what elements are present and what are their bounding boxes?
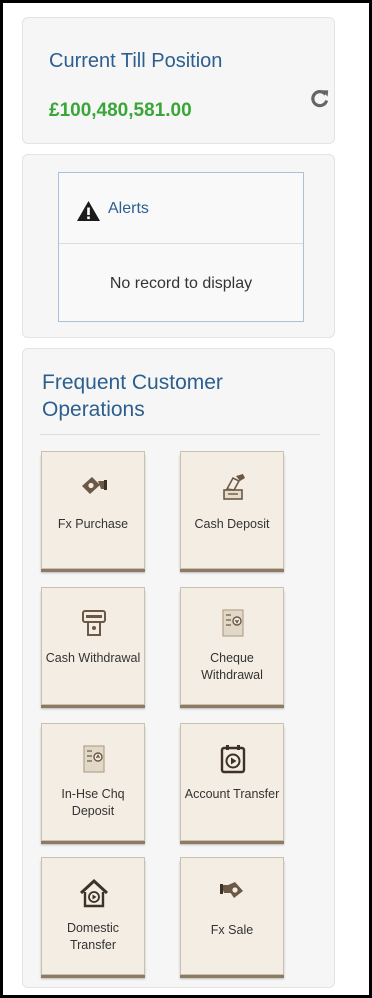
till-title: Current Till Position — [49, 50, 223, 72]
fx-sale-tile[interactable]: Fx Sale — [180, 857, 284, 975]
tile-label: Fx Purchase — [57, 517, 129, 531]
alerts-title[interactable]: Alerts — [108, 200, 149, 218]
cash-deposit-tile[interactable]: Cash Deposit — [180, 451, 284, 569]
account-transfer-icon — [220, 745, 246, 774]
fx-purchase-tile[interactable]: Fx Purchase — [41, 451, 145, 569]
inhouse-cheque-deposit-icon — [83, 745, 105, 773]
alerts-header: Alerts — [59, 173, 303, 244]
frequent-operations-panel: Frequent Customer Operations Fx Purchase… — [22, 348, 335, 988]
warning-icon — [77, 201, 100, 221]
operations-title: Frequent Customer Operations — [42, 371, 223, 421]
cheque-withdrawal-icon — [222, 609, 244, 637]
domestic-transfer-icon — [79, 878, 109, 908]
tile-label: In-Hse Chq Deposit — [61, 787, 125, 818]
alerts-box: Alerts No record to display — [58, 172, 304, 322]
tile-label: Domestic Transfer — [66, 921, 120, 952]
tile-label: Cheque Withdrawal — [201, 651, 263, 682]
cash-withdrawal-tile[interactable]: Cash Withdrawal — [41, 587, 145, 705]
fx-purchase-icon — [82, 477, 107, 494]
tile-label: Cash Withdrawal — [45, 651, 141, 665]
till-amount: £100,480,581.00 — [49, 100, 192, 121]
inhouse-cheque-deposit-tile[interactable]: In-Hse Chq Deposit — [41, 723, 145, 841]
tile-label: Fx Sale — [210, 923, 254, 937]
cash-deposit-icon — [223, 474, 245, 500]
account-transfer-tile[interactable]: Account Transfer — [180, 723, 284, 841]
operations-divider — [40, 434, 320, 435]
till-position-panel: Current Till Position £100,480,581.00 — [22, 17, 335, 144]
tile-label: Cash Deposit — [194, 517, 270, 531]
fx-sale-icon — [220, 882, 243, 898]
domestic-transfer-tile[interactable]: Domestic Transfer — [41, 857, 145, 975]
tile-label: Account Transfer — [184, 787, 280, 801]
alerts-panel: Alerts No record to display — [22, 154, 335, 338]
cheque-withdrawal-tile[interactable]: Cheque Withdrawal — [180, 587, 284, 705]
alerts-empty-message: No record to display — [109, 275, 253, 292]
refresh-icon[interactable] — [310, 88, 330, 108]
cash-withdrawal-icon — [82, 610, 106, 636]
